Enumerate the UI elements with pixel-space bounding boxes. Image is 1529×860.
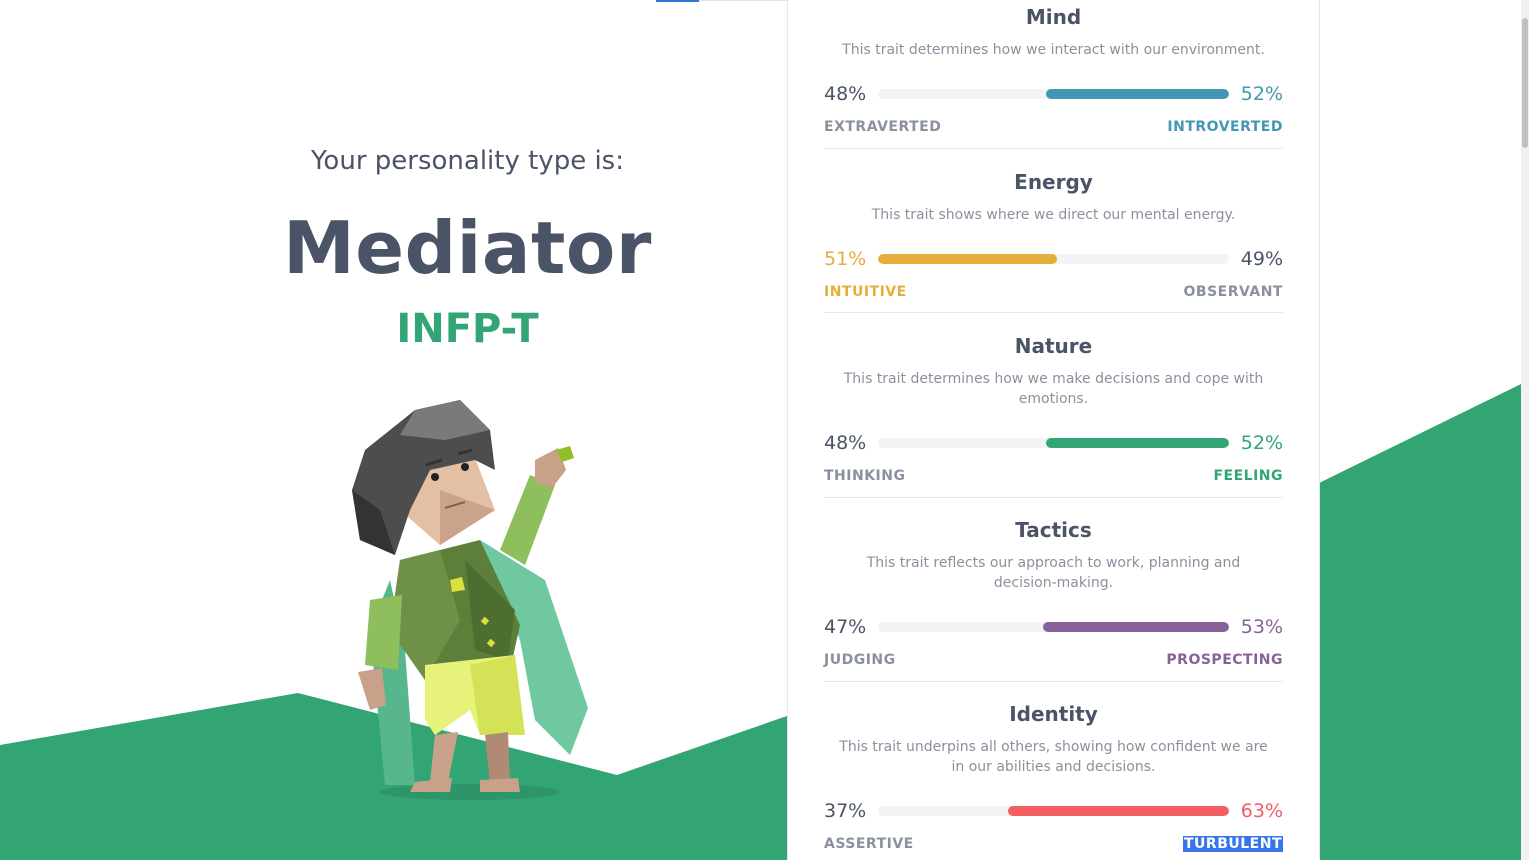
trait-left-label: INTUITIVE (824, 284, 907, 300)
trait-left-percent: 37% (824, 800, 867, 822)
trait-right-percent: 49% (1240, 248, 1283, 270)
trait-title: Nature (1014, 334, 1093, 358)
trait-title: Energy (1014, 170, 1093, 194)
trait-bar-track (878, 89, 1229, 99)
trait-right-label: OBSERVANT (1183, 284, 1283, 300)
trait-bar-fill (1046, 89, 1229, 99)
trait-bar-row: 48% 52% (824, 80, 1283, 108)
mediator-character-illustration (352, 400, 588, 800)
trait-title: Identity (1009, 702, 1098, 726)
trait-left-label: JUDGING (824, 652, 896, 668)
trait-left-label: ASSERTIVE (824, 836, 914, 852)
trait-labels: THINKING FEELING (824, 468, 1283, 488)
trait-energy: Energy This trait shows where we direct … (824, 170, 1283, 304)
trait-bar-fill (1042, 622, 1229, 632)
trait-identity: Identity This trait underpins all others… (824, 702, 1283, 856)
trait-right-label: TURBULENT (1183, 836, 1283, 852)
personality-type-label: Your personality type is: (311, 146, 624, 176)
active-tab-indicator (656, 0, 699, 2)
personality-type-name: Mediator (283, 206, 652, 290)
trait-mind: Mind This trait determines how we intera… (824, 5, 1283, 139)
trait-bar-row: 37% 63% (824, 797, 1283, 825)
trait-bar-fill (878, 254, 1057, 264)
trait-labels: JUDGING PROSPECTING (824, 652, 1283, 672)
trait-bar-row: 47% 53% (824, 613, 1283, 641)
trait-right-percent: 52% (1240, 432, 1283, 454)
personality-type-code: INFP-T (396, 306, 539, 352)
trait-tactics: Tactics This trait reflects our approach… (824, 518, 1283, 672)
trait-right-percent: 53% (1240, 616, 1283, 638)
trait-description: This trait shows where we direct our men… (871, 207, 1236, 223)
page-scrollbar-thumb[interactable] (1522, 18, 1528, 148)
trait-bar-fill (1046, 438, 1229, 448)
trait-right-percent: 52% (1240, 83, 1283, 105)
trait-title: Mind (1025, 5, 1082, 29)
right-hills-background (1319, 384, 1521, 860)
trait-title: Tactics (1015, 518, 1092, 542)
trait-labels: ASSERTIVE TURBULENT (824, 836, 1283, 856)
trait-left-percent: 48% (824, 432, 867, 454)
trait-bar-track (878, 806, 1229, 816)
trait-left-label: EXTRAVERTED (824, 119, 942, 135)
trait-bar-track (878, 438, 1229, 448)
trait-labels: INTUITIVE OBSERVANT (824, 284, 1283, 304)
trait-right-label: FEELING (1213, 468, 1283, 484)
trait-right-label: PROSPECTING (1166, 652, 1283, 668)
traits-card: Mind This trait determines how we intera… (787, 0, 1320, 860)
trait-left-label: THINKING (824, 468, 906, 484)
trait-divider (824, 497, 1283, 498)
trait-right-label: INTROVERTED (1167, 119, 1283, 135)
trait-left-percent: 47% (824, 616, 867, 638)
trait-description: This trait underpins all others, showing… (839, 739, 1268, 775)
hero-section: Your personality type is: Mediator INFP-… (0, 0, 787, 860)
trait-right-percent: 63% (1240, 800, 1283, 822)
trait-labels: EXTRAVERTED INTROVERTED (824, 119, 1283, 139)
trait-bar-row: 51% 49% (824, 245, 1283, 273)
trait-bar-track (878, 622, 1229, 632)
trait-description: This trait reflects our approach to work… (866, 555, 1241, 591)
trait-description: This trait determines how we make decisi… (843, 371, 1264, 407)
trait-left-percent: 51% (824, 248, 867, 270)
trait-divider (824, 681, 1283, 682)
trait-bar-fill (1007, 806, 1229, 816)
trait-bar-track (878, 254, 1229, 264)
trait-nature: Nature This trait determines how we make… (824, 334, 1283, 488)
trait-left-percent: 48% (824, 83, 867, 105)
tab-divider (699, 0, 787, 1)
trait-divider (824, 148, 1283, 149)
trait-divider (824, 312, 1283, 313)
trait-bar-row: 48% 52% (824, 429, 1283, 457)
trait-description: This trait determines how we interact wi… (842, 42, 1265, 58)
